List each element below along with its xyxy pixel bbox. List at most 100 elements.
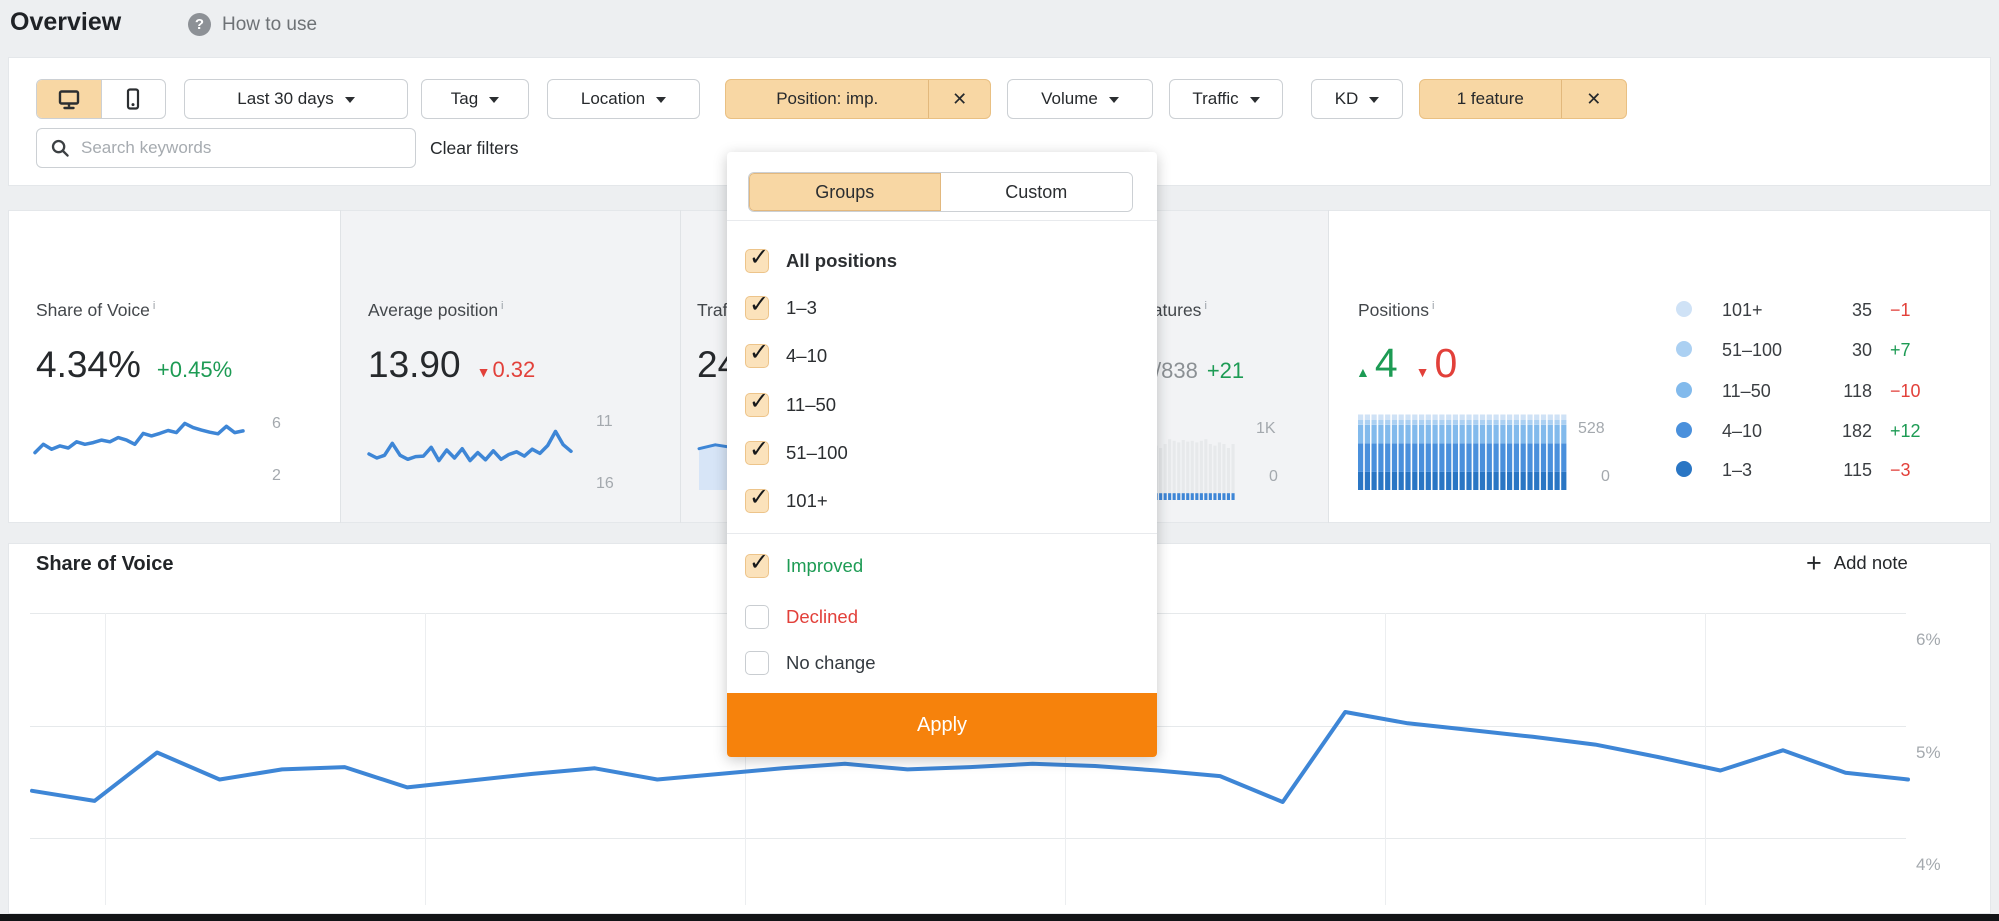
chevron-down-icon: [345, 97, 355, 103]
positions-down-count: 0: [1435, 340, 1458, 387]
legend-dot: [1676, 382, 1692, 398]
checkbox: [745, 651, 769, 675]
chevron-down-icon: [1369, 97, 1379, 103]
legend-label: 1–3: [1722, 460, 1752, 481]
checkbox-101-plus[interactable]: ✓ 101+: [745, 487, 828, 515]
close-icon: ✕: [1586, 89, 1601, 110]
legend-label: 101+: [1722, 300, 1763, 321]
device-toggle: [36, 79, 166, 119]
help-icon[interactable]: ?: [188, 13, 211, 36]
legend-label: 51–100: [1722, 340, 1782, 361]
y-axis-tick: 6%: [1916, 630, 1941, 650]
rank-tracker-overview: Overview ? How to use Last 30 days Tag L…: [0, 0, 1999, 921]
legend-label: 4–10: [1722, 421, 1762, 442]
serp-features-card-value: /838 +21: [1155, 358, 1244, 384]
avg-position-axis-top: 11: [596, 413, 613, 431]
legend-dot: [1676, 341, 1692, 357]
desktop-toggle-button[interactable]: [37, 80, 101, 118]
checkbox-1-3[interactable]: ✓ 1–3: [745, 294, 817, 322]
apply-button[interactable]: Apply: [727, 693, 1157, 757]
legend-dot: [1676, 422, 1692, 438]
legend-delta: +12: [1890, 421, 1921, 442]
checkbox-11-50[interactable]: ✓ 11–50: [745, 391, 836, 419]
serp-features-axis-bottom: 0: [1269, 468, 1278, 486]
legend-dot: [1676, 461, 1692, 477]
positions-stacked-bar-chart[interactable]: [1358, 407, 1568, 490]
checkbox-4-10[interactable]: ✓ 4–10: [745, 342, 827, 370]
checkbox-51-100[interactable]: ✓ 51–100: [745, 439, 848, 467]
checkbox-declined[interactable]: Declined: [745, 603, 858, 631]
checkbox: ✓: [745, 489, 769, 513]
mobile-icon: [121, 87, 145, 111]
date-range-select[interactable]: Last 30 days: [184, 79, 408, 119]
location-select[interactable]: Location: [547, 79, 700, 119]
checkbox-improved[interactable]: ✓ Improved: [745, 552, 863, 580]
avg-position-sparkline[interactable]: [367, 424, 573, 468]
checkbox: ✓: [745, 441, 769, 465]
features-filter-pill: 1 feature ✕: [1419, 79, 1627, 119]
dropdown-tabs: Groups Custom: [748, 172, 1133, 212]
checkbox: ✓: [745, 393, 769, 417]
sov-card-title[interactable]: Share of Voicei: [36, 300, 155, 321]
checkbox-all-positions[interactable]: ✓ All positions: [745, 247, 897, 275]
tab-custom[interactable]: Custom: [941, 173, 1133, 211]
legend-value: 30: [1800, 340, 1872, 361]
triangle-up-icon: ▲: [1356, 364, 1370, 380]
sov-card-value: 4.34% +0.45%: [36, 344, 232, 386]
positions-axis-top: 528: [1578, 420, 1605, 438]
plus-icon: +: [1806, 550, 1822, 576]
tab-groups[interactable]: Groups: [749, 173, 941, 211]
checkbox: ✓: [745, 249, 769, 273]
info-icon: i: [501, 300, 503, 312]
chevron-down-icon: [656, 97, 666, 103]
avg-position-card-value: 13.90 ▼ 0.32: [368, 344, 535, 386]
chevron-down-icon: [1109, 97, 1119, 103]
legend-value: 115: [1800, 460, 1872, 481]
positions-axis-bottom: 0: [1601, 468, 1610, 486]
volume-select[interactable]: Volume: [1007, 79, 1153, 119]
how-to-use-link[interactable]: How to use: [222, 14, 317, 36]
serp-features-bar-chart[interactable]: [1150, 420, 1236, 500]
sov-axis-bottom: 2: [272, 467, 281, 485]
mobile-toggle-button[interactable]: [101, 80, 166, 118]
legend-value: 35: [1800, 300, 1872, 321]
position-filter-remove-button[interactable]: ✕: [928, 80, 990, 118]
avg-position-card-title[interactable]: Average positioni: [368, 300, 504, 321]
serp-features-card-delta: +21: [1207, 358, 1244, 384]
sov-axis-top: 6: [272, 415, 281, 433]
tag-select[interactable]: Tag: [421, 79, 529, 119]
info-icon: i: [1204, 300, 1206, 312]
info-icon: i: [1432, 300, 1434, 312]
legend-delta: −10: [1890, 381, 1921, 402]
positions-up-count: 4: [1375, 340, 1398, 387]
serp-features-axis-top: 1K: [1256, 420, 1276, 438]
page-title: Overview: [10, 8, 121, 37]
triangle-down-icon: ▼: [1416, 364, 1430, 380]
checkbox: ✓: [745, 344, 769, 368]
bottom-edge-strip: [0, 914, 1999, 921]
avg-position-card-delta: 0.32: [492, 357, 535, 383]
search-input[interactable]: [36, 128, 416, 168]
chevron-down-icon: [1250, 97, 1260, 103]
kd-select[interactable]: KD: [1311, 79, 1403, 119]
features-filter-label[interactable]: 1 feature: [1420, 80, 1561, 118]
position-filter-dropdown: Groups Custom ✓ All positions ✓ 1–3 ✓ 4–…: [727, 152, 1157, 757]
legend-delta: −1: [1890, 300, 1911, 321]
clear-filters-button[interactable]: Clear filters: [430, 138, 519, 159]
position-filter-label[interactable]: Position: imp.: [726, 80, 928, 118]
add-note-button[interactable]: + Add note: [1806, 550, 1908, 576]
sov-sparkline[interactable]: [33, 416, 245, 460]
sov-card-delta: +0.45%: [157, 357, 232, 383]
close-icon: ✕: [952, 89, 967, 110]
info-icon: i: [153, 300, 155, 312]
legend-delta: +7: [1890, 340, 1911, 361]
positions-card-value: ▲ 4 ▼ 0: [1356, 340, 1457, 387]
checkbox: ✓: [745, 554, 769, 578]
legend-delta: −3: [1890, 460, 1911, 481]
legend-label: 11–50: [1722, 381, 1771, 402]
checkbox-no-change[interactable]: No change: [745, 649, 875, 677]
positions-card-title[interactable]: Positionsi: [1358, 300, 1434, 321]
desktop-icon: [57, 87, 81, 111]
features-filter-remove-button[interactable]: ✕: [1561, 80, 1626, 118]
traffic-select[interactable]: Traffic: [1169, 79, 1283, 119]
